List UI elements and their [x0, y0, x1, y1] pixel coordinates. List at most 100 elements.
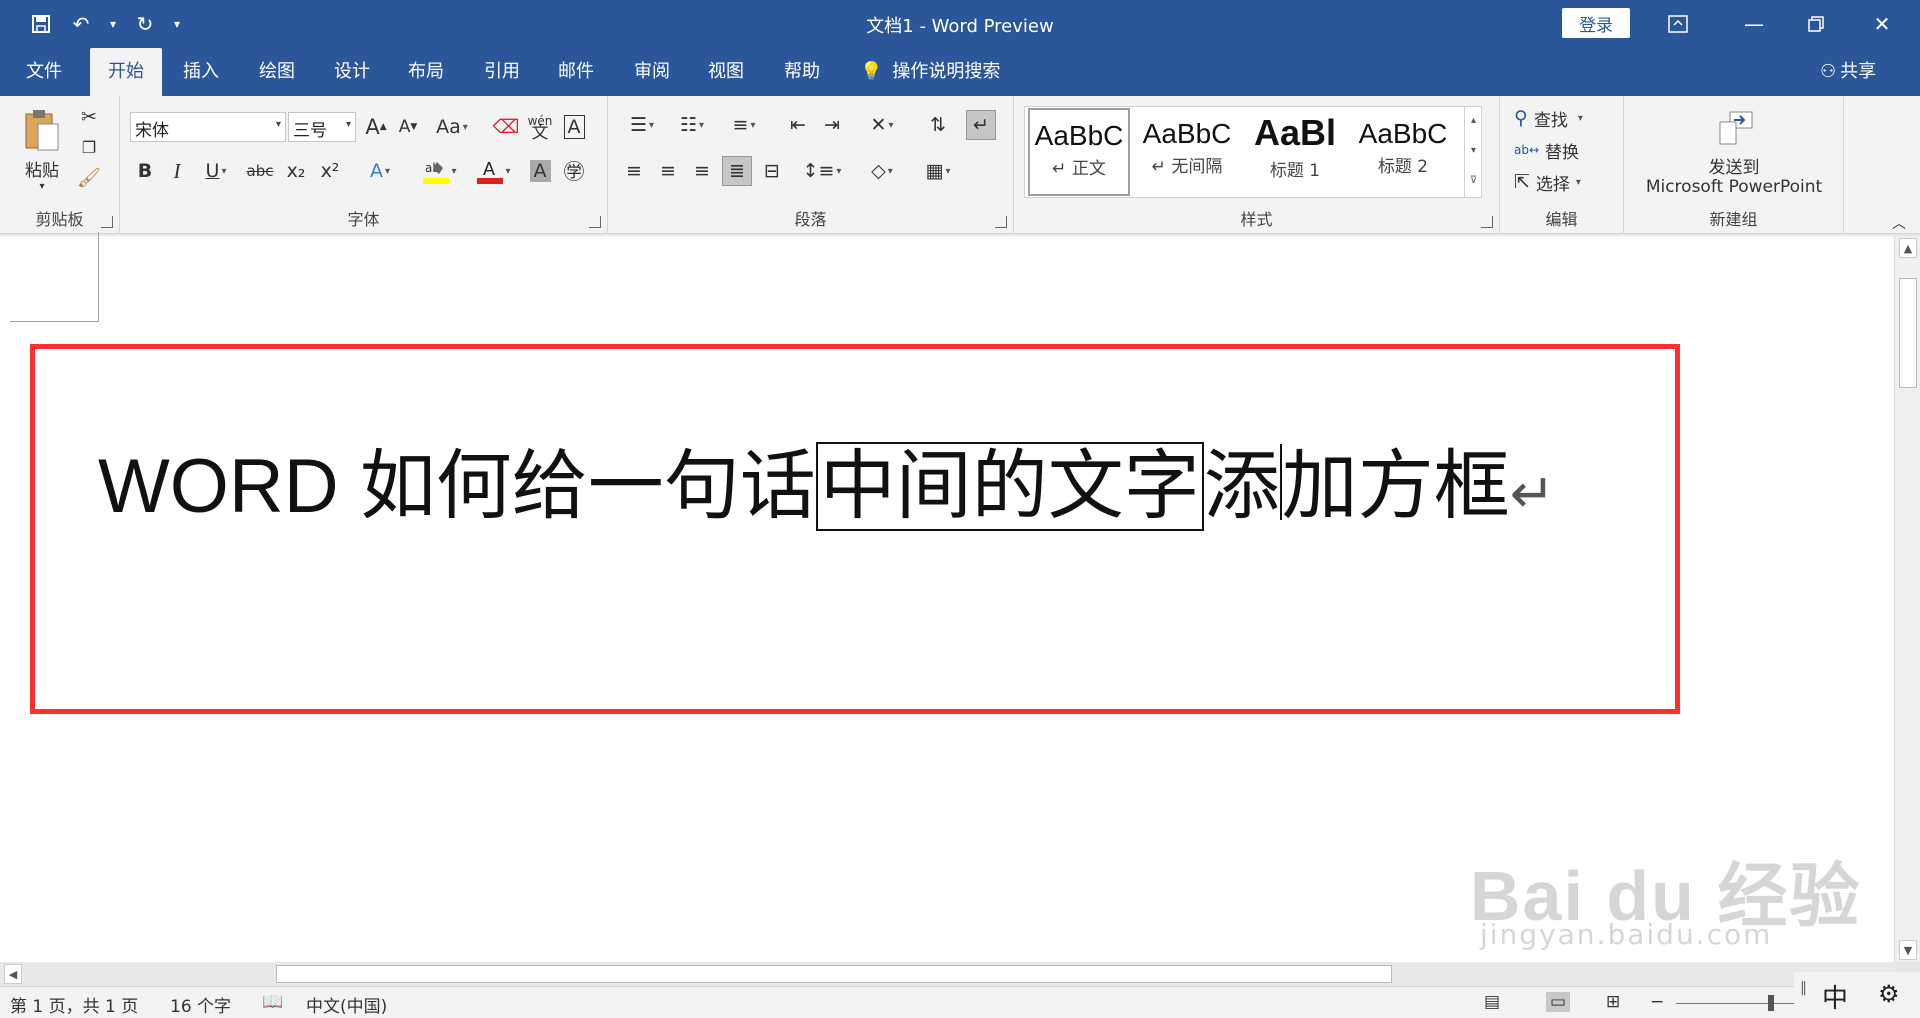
login-button[interactable]: 登录 [1562, 8, 1630, 38]
print-layout-icon[interactable]: ▭ [1546, 992, 1571, 1012]
grow-font-icon[interactable]: A ▲ [362, 112, 390, 142]
tab-view[interactable]: 视图 [694, 48, 758, 96]
tab-help[interactable]: 帮助 [770, 48, 834, 96]
paste-dropdown-icon[interactable]: ▾ [34, 178, 50, 194]
share-button[interactable]: ⚇ 共享 [1820, 48, 1876, 96]
tab-home[interactable]: 开始 [90, 48, 162, 96]
change-case-icon[interactable]: Aa ▾ [430, 112, 474, 142]
multilevel-list-icon[interactable]: ≡ ▾ [720, 110, 768, 140]
styles-scroll-up-icon[interactable]: ▴ [1465, 106, 1482, 136]
numbering-icon[interactable]: ☷ ▾ [670, 110, 714, 140]
underline-button[interactable]: U ▾ [196, 156, 236, 186]
distributed-icon[interactable]: ⊟ [758, 156, 786, 186]
chinese-layout-icon[interactable]: ✕ ▾ [858, 110, 906, 140]
tab-references[interactable]: 引用 [470, 48, 534, 96]
align-right-icon[interactable]: ≡ [688, 156, 716, 186]
read-mode-icon[interactable]: ▤ [1484, 992, 1500, 1012]
italic-button[interactable]: I [164, 156, 190, 186]
font-color-icon[interactable]: A ▾ [470, 154, 518, 188]
paragraph-launcher-icon[interactable] [995, 216, 1007, 228]
find-button[interactable]: ⚲ 查找 ▾ [1514, 104, 1620, 132]
tab-file[interactable]: 文件 [12, 48, 76, 96]
shrink-font-icon[interactable]: A ▼ [394, 112, 422, 142]
tab-insert[interactable]: 插入 [168, 48, 234, 96]
character-border-icon[interactable]: A [560, 112, 588, 142]
paste-label[interactable]: 粘贴 [16, 156, 68, 181]
sort-icon[interactable]: ⇅ [924, 110, 952, 140]
style-normal[interactable]: AaBbC ↵ 正文 [1028, 108, 1130, 196]
language-indicator[interactable]: 中文(中国) [306, 992, 387, 1017]
styles-more-icon[interactable]: ⊽ [1465, 166, 1482, 196]
format-painter-icon[interactable]: 🖌 [76, 164, 102, 190]
paste-icon[interactable] [18, 104, 66, 156]
phonetic-guide-icon[interactable]: wén 文 [526, 110, 554, 144]
ribbon-display-options-icon[interactable] [1640, 0, 1716, 48]
text-effects-icon[interactable]: A ▾ [360, 156, 400, 186]
clipboard-launcher-icon[interactable] [101, 216, 113, 228]
superscript-button[interactable]: x² [316, 156, 344, 186]
ime-settings-icon[interactable]: ⚙ [1878, 980, 1900, 1008]
tab-mailings[interactable]: 邮件 [544, 48, 608, 96]
highlight-color-icon[interactable]: ab ▾ [416, 154, 464, 188]
line-spacing-icon[interactable]: ↕≡ ▾ [798, 156, 846, 186]
align-left-icon[interactable]: ≡ [620, 156, 648, 186]
enclose-characters-icon[interactable]: ㊫ [560, 156, 588, 186]
select-button[interactable]: ⇱ 选择 ▾ [1514, 168, 1620, 196]
cut-icon[interactable]: ✂ [76, 104, 102, 130]
decrease-indent-icon[interactable]: ⇤ [784, 110, 812, 140]
style-heading-2[interactable]: AaBbC 标题 2 [1352, 108, 1454, 196]
show-marks-icon[interactable]: ↵ [966, 110, 996, 140]
collapse-ribbon-icon[interactable]: ︿ [1888, 214, 1910, 232]
strikethrough-button[interactable]: abc [244, 156, 276, 186]
increase-indent-icon[interactable]: ⇥ [818, 110, 846, 140]
send-to-powerpoint-icon[interactable] [1714, 106, 1758, 150]
zoom-slider-thumb[interactable] [1768, 995, 1774, 1011]
send-to-label-line2[interactable]: Microsoft PowerPoint [1624, 176, 1844, 198]
borders-icon[interactable]: ▦ ▾ [914, 156, 962, 186]
proofing-icon[interactable]: 📖 [262, 992, 283, 1012]
justify-icon[interactable]: ≣ [722, 156, 752, 186]
style-heading-1-sample: AaBl [1253, 112, 1337, 153]
align-center-icon[interactable]: ≡ [654, 156, 682, 186]
font-size-combo[interactable]: 三号 ▾ [288, 112, 356, 142]
zoom-slider-track[interactable] [1676, 1003, 1806, 1004]
scroll-up-icon[interactable]: ▲ [1899, 238, 1917, 258]
zoom-out-icon[interactable]: − [1650, 992, 1664, 1012]
web-layout-icon[interactable]: ⊞ [1606, 992, 1620, 1012]
subscript-button[interactable]: x₂ [282, 156, 310, 186]
style-heading-1[interactable]: AaBl 标题 1 [1244, 108, 1346, 196]
scroll-left-icon[interactable]: ◀ [4, 964, 22, 984]
bold-button[interactable]: B [132, 156, 158, 186]
tab-layout[interactable]: 布局 [394, 48, 458, 96]
styles-scroll-down-icon[interactable]: ▾ [1465, 136, 1482, 166]
word-count[interactable]: 16 个字 [170, 992, 231, 1017]
clear-formatting-icon[interactable]: ⌫ [492, 112, 520, 142]
styles-launcher-icon[interactable] [1481, 216, 1493, 228]
style-no-spacing[interactable]: AaBbC ↵ 无间隔 [1136, 108, 1238, 196]
shading-icon[interactable]: ◇ ▾ [858, 156, 906, 186]
copy-icon[interactable]: ❐ [76, 134, 102, 160]
horizontal-scroll-thumb[interactable] [276, 965, 1392, 983]
font-group: 宋体 ▾ 三号 ▾ A ▲ A ▼ Aa ▾ ⌫ wén 文 A B I U ▾ abc x₂… [120, 96, 608, 234]
page-count[interactable]: 第 1 页，共 1 页 [10, 992, 138, 1017]
style-heading-2-name: 标题 2 [1377, 157, 1429, 177]
close-icon[interactable]: ✕ [1844, 0, 1920, 48]
person-icon: ⚇ [1820, 61, 1837, 82]
character-shading-icon[interactable]: A [526, 156, 554, 186]
vertical-scrollbar[interactable]: ▲ ▼ [1894, 236, 1920, 962]
send-to-label-line1[interactable]: 发送到 [1624, 154, 1844, 178]
scroll-down-icon[interactable]: ▼ [1899, 940, 1917, 960]
restore-icon[interactable] [1778, 0, 1854, 48]
font-name-combo[interactable]: 宋体 ▾ [130, 112, 286, 142]
vertical-scroll-thumb[interactable] [1899, 278, 1917, 388]
ime-mode-label[interactable]: 中 [1822, 978, 1848, 1015]
replace-button[interactable]: ab↔ 替换 [1514, 136, 1620, 164]
tab-review[interactable]: 审阅 [620, 48, 684, 96]
font-launcher-icon[interactable] [589, 216, 601, 228]
styles-group: AaBbC ↵ 正文 AaBbC ↵ 无间隔 AaBl 标题 1 AaBbC 标… [1014, 96, 1500, 234]
horizontal-scrollbar[interactable]: ◀ [0, 962, 1894, 986]
tell-me-search[interactable]: 💡 操作说明搜索 [860, 48, 1000, 96]
tab-design[interactable]: 设计 [320, 48, 384, 96]
bullets-icon[interactable]: ☰ ▾ [620, 110, 664, 140]
tab-draw[interactable]: 绘图 [244, 48, 310, 96]
